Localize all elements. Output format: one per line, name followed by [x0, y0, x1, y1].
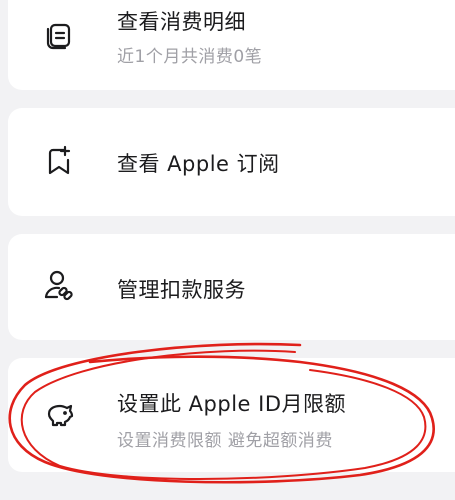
- receipt-list-icon: [42, 18, 76, 52]
- apple-subscriptions-card[interactable]: 查看 Apple 订阅: [8, 108, 455, 216]
- consumption-details-title: 查看消费明细: [117, 10, 246, 34]
- monthly-limit-title: 设置此 Apple ID月限额: [117, 392, 346, 416]
- piggy-bank-icon: [42, 398, 76, 432]
- monthly-limit-subtitle: 设置消费限额 避免超额消费: [117, 431, 333, 451]
- monthly-limit-card[interactable]: 设置此 Apple ID月限额 设置消费限额 避免超额消费: [8, 358, 455, 472]
- manage-payment-services-card[interactable]: 管理扣款服务: [8, 234, 455, 340]
- user-link-icon: [42, 268, 76, 302]
- bookmark-plus-icon: [42, 144, 76, 178]
- apple-subscriptions-title: 查看 Apple 订阅: [117, 152, 280, 176]
- page: 查看消费明细 近1个月共消费0笔 查看 Apple 订阅 管理扣款服务 设置此 …: [0, 0, 455, 500]
- manage-payment-services-title: 管理扣款服务: [117, 278, 246, 302]
- consumption-details-subtitle: 近1个月共消费0笔: [117, 47, 263, 67]
- consumption-details-card[interactable]: 查看消费明细 近1个月共消费0笔: [8, 0, 455, 90]
